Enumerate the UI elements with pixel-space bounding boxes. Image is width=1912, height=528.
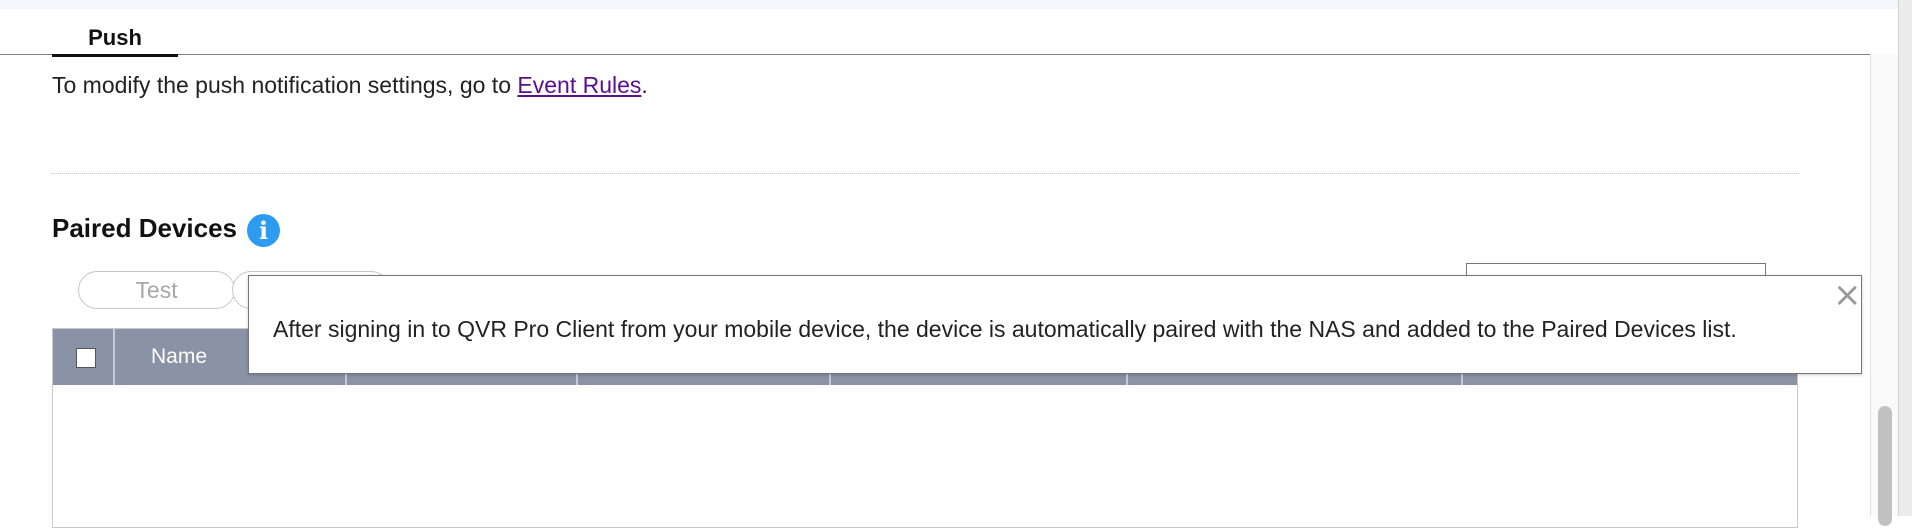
- select-all-checkbox[interactable]: [76, 348, 96, 368]
- column-header-name[interactable]: Name: [151, 345, 207, 369]
- tab-bar: Push: [0, 9, 1898, 57]
- notice-prefix: To modify the push notification settings…: [52, 72, 518, 98]
- tooltip-text: After signing in to QVR Pro Client from …: [273, 316, 1737, 342]
- section-divider: [52, 173, 1799, 174]
- window-edge: [1898, 0, 1912, 516]
- top-strip: [0, 0, 1912, 9]
- event-rules-link[interactable]: Event Rules: [517, 72, 641, 98]
- push-settings-notice: To modify the push notification settings…: [52, 72, 648, 99]
- tab-push[interactable]: Push: [52, 23, 178, 57]
- close-icon[interactable]: ×: [1833, 278, 1862, 312]
- info-tooltip: After signing in to QVR Pro Client from …: [248, 275, 1862, 374]
- column-divider: [113, 329, 115, 385]
- paired-devices-title: Paired Devices: [52, 213, 238, 243]
- scrollbar-thumb[interactable]: [1878, 406, 1892, 526]
- notice-suffix: .: [641, 72, 648, 98]
- test-button[interactable]: Test: [78, 271, 235, 309]
- info-icon[interactable]: i: [247, 214, 280, 247]
- vertical-scrollbar[interactable]: [1870, 54, 1899, 526]
